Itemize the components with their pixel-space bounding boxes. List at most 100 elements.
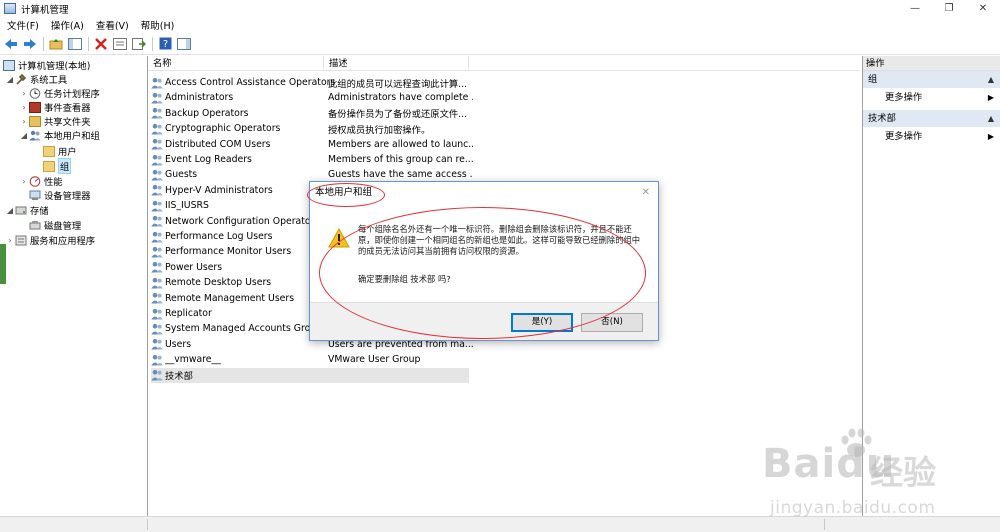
tree-item-storage[interactable]: ◢ 存储 <box>5 203 49 218</box>
tree-root[interactable]: 计算机管理(本地) <box>3 58 90 72</box>
toolbar-separator <box>152 36 153 51</box>
show-hide-action-pane-icon[interactable] <box>176 36 192 52</box>
tree-item-disk-management[interactable]: 磁盘管理 <box>29 218 81 232</box>
restore-icon[interactable]: ❐ <box>932 0 966 17</box>
group-name: __vmware__ <box>165 354 221 366</box>
actions-section-title: 组 <box>868 74 878 85</box>
tree-item-task-scheduler[interactable]: › 任务计划程序 <box>19 86 100 100</box>
column-header-description[interactable]: 描述 <box>324 56 469 71</box>
tree-item-event-viewer[interactable]: › 事件查看器 <box>19 100 91 114</box>
collapse-arrow-icon[interactable]: ◢ <box>5 206 15 215</box>
group-icon <box>151 77 163 89</box>
group-icon <box>151 261 163 273</box>
collapse-arrow-icon[interactable]: ◢ <box>5 75 15 84</box>
group-icon <box>151 277 163 289</box>
help-icon[interactable]: ? <box>157 36 173 52</box>
list-header: 名称 描述 <box>148 56 860 71</box>
window-controls: — ❐ ✕ <box>898 0 1000 17</box>
shared-folder-icon <box>29 115 41 127</box>
menu-help[interactable]: 帮助(H) <box>134 18 180 32</box>
export-list-icon[interactable] <box>131 36 147 52</box>
actions-header: 操作 <box>863 56 1000 71</box>
submenu-arrow-icon: ▶ <box>987 132 994 141</box>
expand-arrow-icon[interactable]: › <box>19 103 29 112</box>
collapse-arrow-icon[interactable]: ◢ <box>19 131 29 140</box>
menu-file[interactable]: 文件(F) <box>0 18 44 32</box>
toolbar-separator <box>88 36 89 51</box>
table-row[interactable]: Distributed COM Users Members are allowed… <box>151 137 473 152</box>
more-actions-groups[interactable]: 更多操作 ▶ <box>863 88 1000 107</box>
group-icon <box>151 231 163 243</box>
folder-icon <box>43 160 55 172</box>
users-icon <box>29 130 41 141</box>
tree-item-services-apps[interactable]: › 服务和应用程序 <box>5 233 95 247</box>
tree-item-system-tools[interactable]: ◢ 系统工具 <box>5 72 67 86</box>
menu-action[interactable]: 操作(A) <box>44 18 89 32</box>
table-row[interactable]: Backup Operators 备份操作员为了备份或还原文件... <box>151 106 471 121</box>
table-row[interactable]: __vmware__ VMware User Group <box>151 352 471 367</box>
table-row[interactable]: Cryptographic Operators 授权成员执行加密操作。 <box>151 121 471 136</box>
window-edge-indicator <box>0 244 6 284</box>
close-icon[interactable]: ✕ <box>642 182 650 204</box>
column-header-name[interactable]: 名称 <box>148 56 324 71</box>
group-description: 备份操作员为了备份或还原文件... <box>328 109 468 121</box>
tree-item-shared-folders[interactable]: › 共享文件夹 <box>19 114 91 128</box>
delete-icon[interactable] <box>93 36 109 52</box>
tree-item-users[interactable]: 用户 <box>43 144 77 158</box>
group-description: VMware User Group <box>328 354 421 366</box>
minimize-icon[interactable]: — <box>898 0 932 17</box>
group-icon <box>151 184 163 196</box>
forward-arrow-icon[interactable] <box>22 36 38 52</box>
group-name: Distributed COM Users <box>165 138 271 150</box>
tree-item-device-manager[interactable]: 设备管理器 <box>29 188 91 202</box>
show-hide-tree-icon[interactable] <box>67 36 83 52</box>
actions-section-groups[interactable]: 组 ▲ <box>863 71 1000 88</box>
tree-item-local-users-groups[interactable]: ◢ 本地用户和组 <box>19 128 100 142</box>
more-actions-tech-dept[interactable]: 更多操作 ▶ <box>863 127 1000 146</box>
expand-arrow-icon[interactable]: › <box>19 117 29 126</box>
baidu-jingyan-watermark: Baidu 经验 jingyan.baidu.com <box>760 425 990 520</box>
menu-view[interactable]: 查看(V) <box>89 18 134 32</box>
group-name: 技术部 <box>165 371 193 383</box>
table-row[interactable]: 技术部 <box>151 367 469 383</box>
group-icon <box>151 323 163 335</box>
up-folder-icon[interactable] <box>48 36 64 52</box>
actions-section-tech-dept[interactable]: 技术部 ▲ <box>863 110 1000 127</box>
group-name: Administrators <box>165 92 234 104</box>
group-name: Event Log Readers <box>165 154 252 165</box>
group-icon <box>151 154 163 166</box>
group-name: Guests <box>165 169 198 181</box>
collapse-up-icon[interactable]: ▲ <box>988 71 994 88</box>
event-viewer-icon <box>29 101 41 113</box>
group-icon <box>151 138 163 150</box>
collapse-up-icon[interactable]: ▲ <box>988 110 994 127</box>
tree-item-performance[interactable]: › 性能 <box>19 174 63 188</box>
group-icon <box>151 107 163 119</box>
expand-arrow-icon[interactable]: › <box>5 236 15 245</box>
annotation-circle-dialog-body <box>319 207 646 339</box>
group-icon <box>151 200 163 212</box>
table-row[interactable]: Event Log Readers Members of this group c… <box>151 152 473 167</box>
expand-arrow-icon[interactable]: › <box>19 89 29 98</box>
console-tree: 计算机管理(本地) ◢ 系统工具 › 任务计划程序 › 事件查看器 › 共享文件… <box>0 56 148 516</box>
close-icon[interactable]: ✕ <box>966 0 1000 17</box>
annotation-circle-dialog-title <box>307 183 385 207</box>
more-actions-label: 更多操作 <box>885 92 923 103</box>
group-icon <box>151 369 163 381</box>
group-name: Cryptographic Operators <box>165 123 281 135</box>
computer-management-icon <box>4 3 16 14</box>
device-manager-icon <box>29 190 41 201</box>
group-icon <box>151 92 163 104</box>
watermark-url: jingyan.baidu.com <box>770 498 936 518</box>
back-arrow-icon[interactable] <box>3 36 19 52</box>
menu-bar: 文件(F) 操作(A) 查看(V) 帮助(H) <box>0 17 1000 33</box>
expand-arrow-icon[interactable]: › <box>19 177 29 186</box>
properties-icon[interactable] <box>112 36 128 52</box>
group-icon <box>151 292 163 304</box>
tree-item-groups[interactable]: 组 <box>43 158 72 174</box>
storage-icon <box>15 205 27 216</box>
table-row[interactable]: Administrators Administrators have comple… <box>151 90 473 105</box>
table-row[interactable]: Access Control Assistance Operators 此组的成员… <box>151 75 471 90</box>
group-name: Access Control Assistance Operators <box>165 77 336 88</box>
services-icon <box>15 235 27 246</box>
